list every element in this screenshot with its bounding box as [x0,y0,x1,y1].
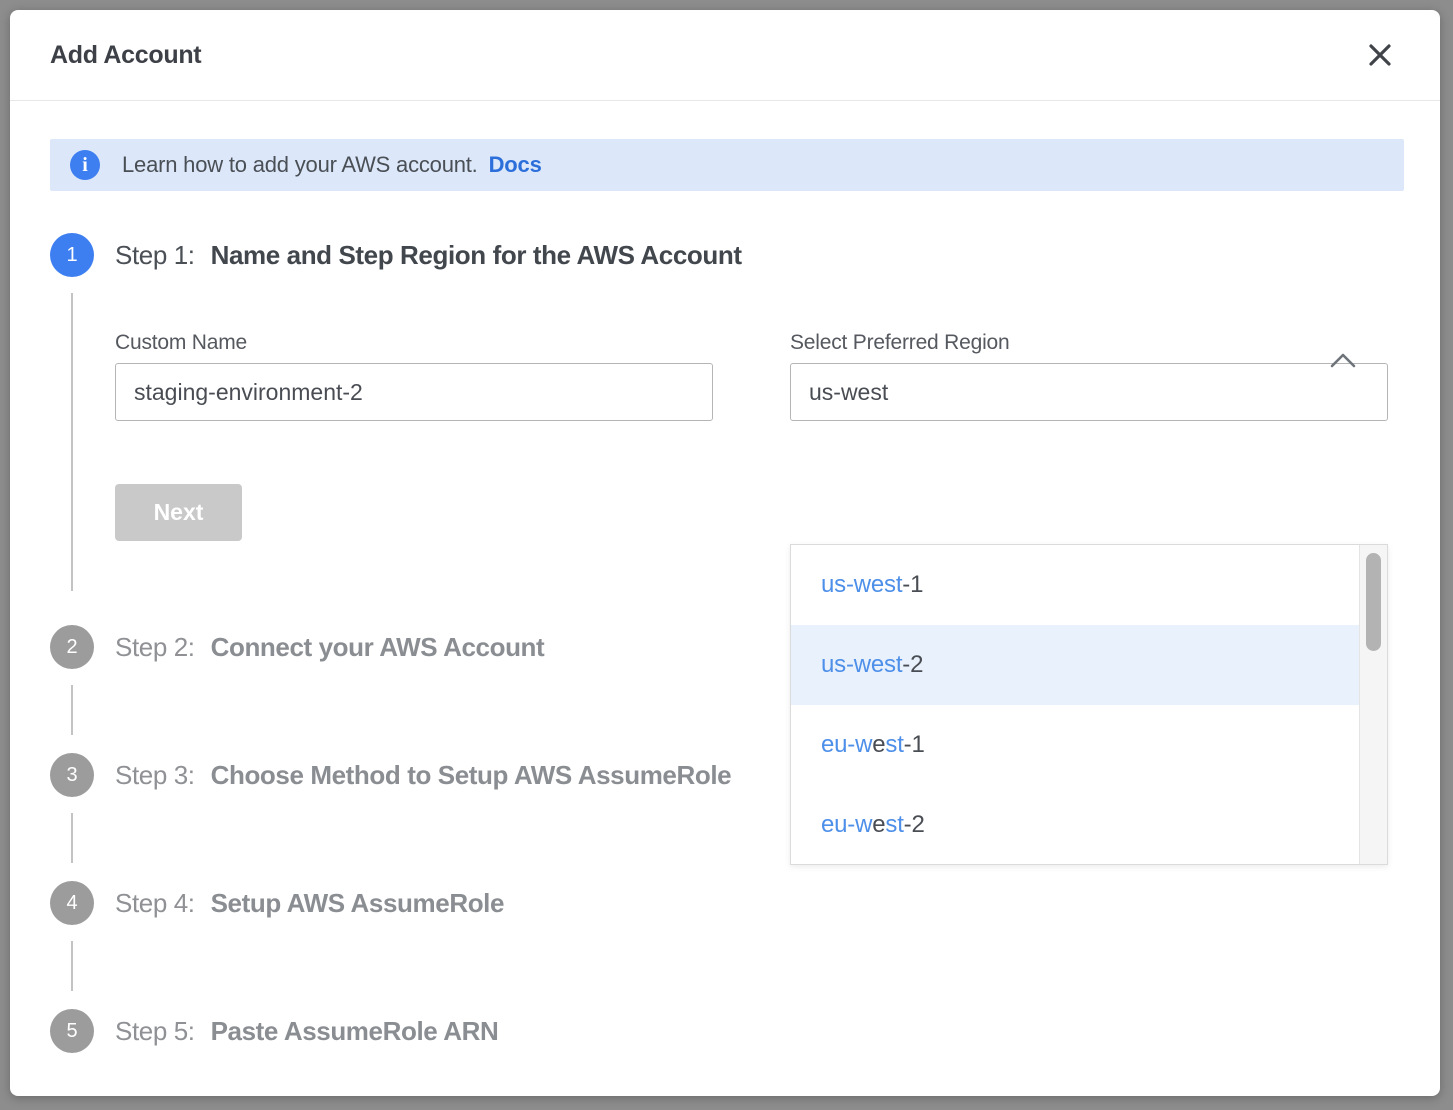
custom-name-group: Custom Name Next [115,331,713,541]
steps-list: 1 Step 1: Name and Step Region for the AW… [50,233,1404,1079]
option-text: -1 [904,731,925,759]
step-title: Step 4: Setup AWS AssumeRole [115,888,504,919]
step-circle: 5 [50,1009,94,1053]
step-section-1: 1 Step 1: Name and Step Region for the AW… [50,233,1404,625]
step-connector [71,941,73,991]
region-option[interactable]: eu-west-1 [791,705,1359,785]
step-circle: 3 [50,753,94,797]
region-option[interactable]: us-west-1 [791,545,1359,625]
modal-header: Add Account [10,10,1440,101]
step-connector [71,685,73,735]
step-name: Name and Step Region for the AWS Account [211,240,742,270]
option-text: -1 [902,571,923,599]
step-circle: 2 [50,625,94,669]
chevron-up-icon[interactable] [1330,353,1356,368]
info-banner-text: Learn how to add your AWS account. [122,152,478,178]
step-name: Choose Method to Setup AWS AssumeRole [211,760,732,790]
step-row[interactable]: 1 Step 1: Name and Step Region for the AW… [50,233,1404,277]
step-number: 3 [66,764,77,787]
step-row[interactable]: 5 Step 5: Paste AssumeRole ARN [50,1009,1404,1053]
close-button[interactable] [1364,39,1396,71]
step-number: 2 [66,636,77,659]
docs-link[interactable]: Docs [489,152,542,178]
region-option[interactable]: eu-west-2 [791,785,1359,865]
custom-name-label: Custom Name [115,331,713,355]
step-title: Step 2: Connect your AWS Account [115,632,544,663]
option-match-text: eu-w [821,811,872,839]
step-number: 1 [66,244,77,267]
step-connector [71,293,73,591]
step-connector [71,813,73,863]
step-circle: 4 [50,881,94,925]
option-text: -2 [904,811,925,839]
step-prefix: Step 5: [115,1016,195,1046]
step-prefix: Step 4: [115,888,195,918]
option-match-text: st [885,811,903,839]
add-account-modal: Add Account i Learn how to add your AWS … [10,10,1440,1096]
step-number: 5 [66,1020,77,1043]
region-option-list: us-west-1us-west-2eu-west-1eu-west-2 [791,545,1359,864]
info-icon: i [70,150,100,180]
step-prefix: Step 1: [115,240,195,270]
step-row[interactable]: 4 Step 4: Setup AWS AssumeRole [50,881,1404,925]
region-select-label: Select Preferred Region [790,331,1388,355]
step-name: Paste AssumeRole ARN [211,1016,499,1046]
option-match-text: us-west [821,651,902,679]
step-number: 4 [66,892,77,915]
region-dropdown: us-west-1us-west-2eu-west-1eu-west-2 [790,544,1388,865]
step-name: Connect your AWS Account [211,632,545,662]
step-section: 4 Step 4: Setup AWS AssumeRole [50,881,1404,1009]
option-text: -2 [902,651,923,679]
dropdown-scrollbar-thumb[interactable] [1366,553,1381,651]
step-prefix: Step 3: [115,760,195,790]
step-title: Step 3: Choose Method to Setup AWS Assume… [115,760,731,791]
region-select-value: us-west [809,379,1369,406]
step1-form: Custom Name Next Select Preferred Region… [115,331,1404,541]
next-button[interactable]: Next [115,484,242,541]
region-select[interactable]: us-west [790,363,1388,421]
modal-body: i Learn how to add your AWS account. Doc… [10,101,1440,1079]
option-text: e [872,731,885,759]
close-icon [1367,42,1393,68]
option-text: e [872,811,885,839]
step-title: Step 1: Name and Step Region for the AWS … [115,240,742,271]
info-banner: i Learn how to add your AWS account. Doc… [50,139,1404,191]
custom-name-input[interactable] [115,363,713,421]
option-match-text: eu-w [821,731,872,759]
region-option[interactable]: us-west-2 [791,625,1359,705]
option-match-text: us-west [821,571,902,599]
page-title: Add Account [50,41,201,70]
option-match-text: st [885,731,903,759]
dropdown-scrollbar-track[interactable] [1359,545,1387,864]
step-circle: 1 [50,233,94,277]
region-select-group: Select Preferred Region us-west us-west-… [790,331,1388,541]
step-title: Step 5: Paste AssumeRole ARN [115,1016,498,1047]
step-name: Setup AWS AssumeRole [211,888,504,918]
step-prefix: Step 2: [115,632,195,662]
step-section: 5 Step 5: Paste AssumeRole ARN [50,1009,1404,1079]
